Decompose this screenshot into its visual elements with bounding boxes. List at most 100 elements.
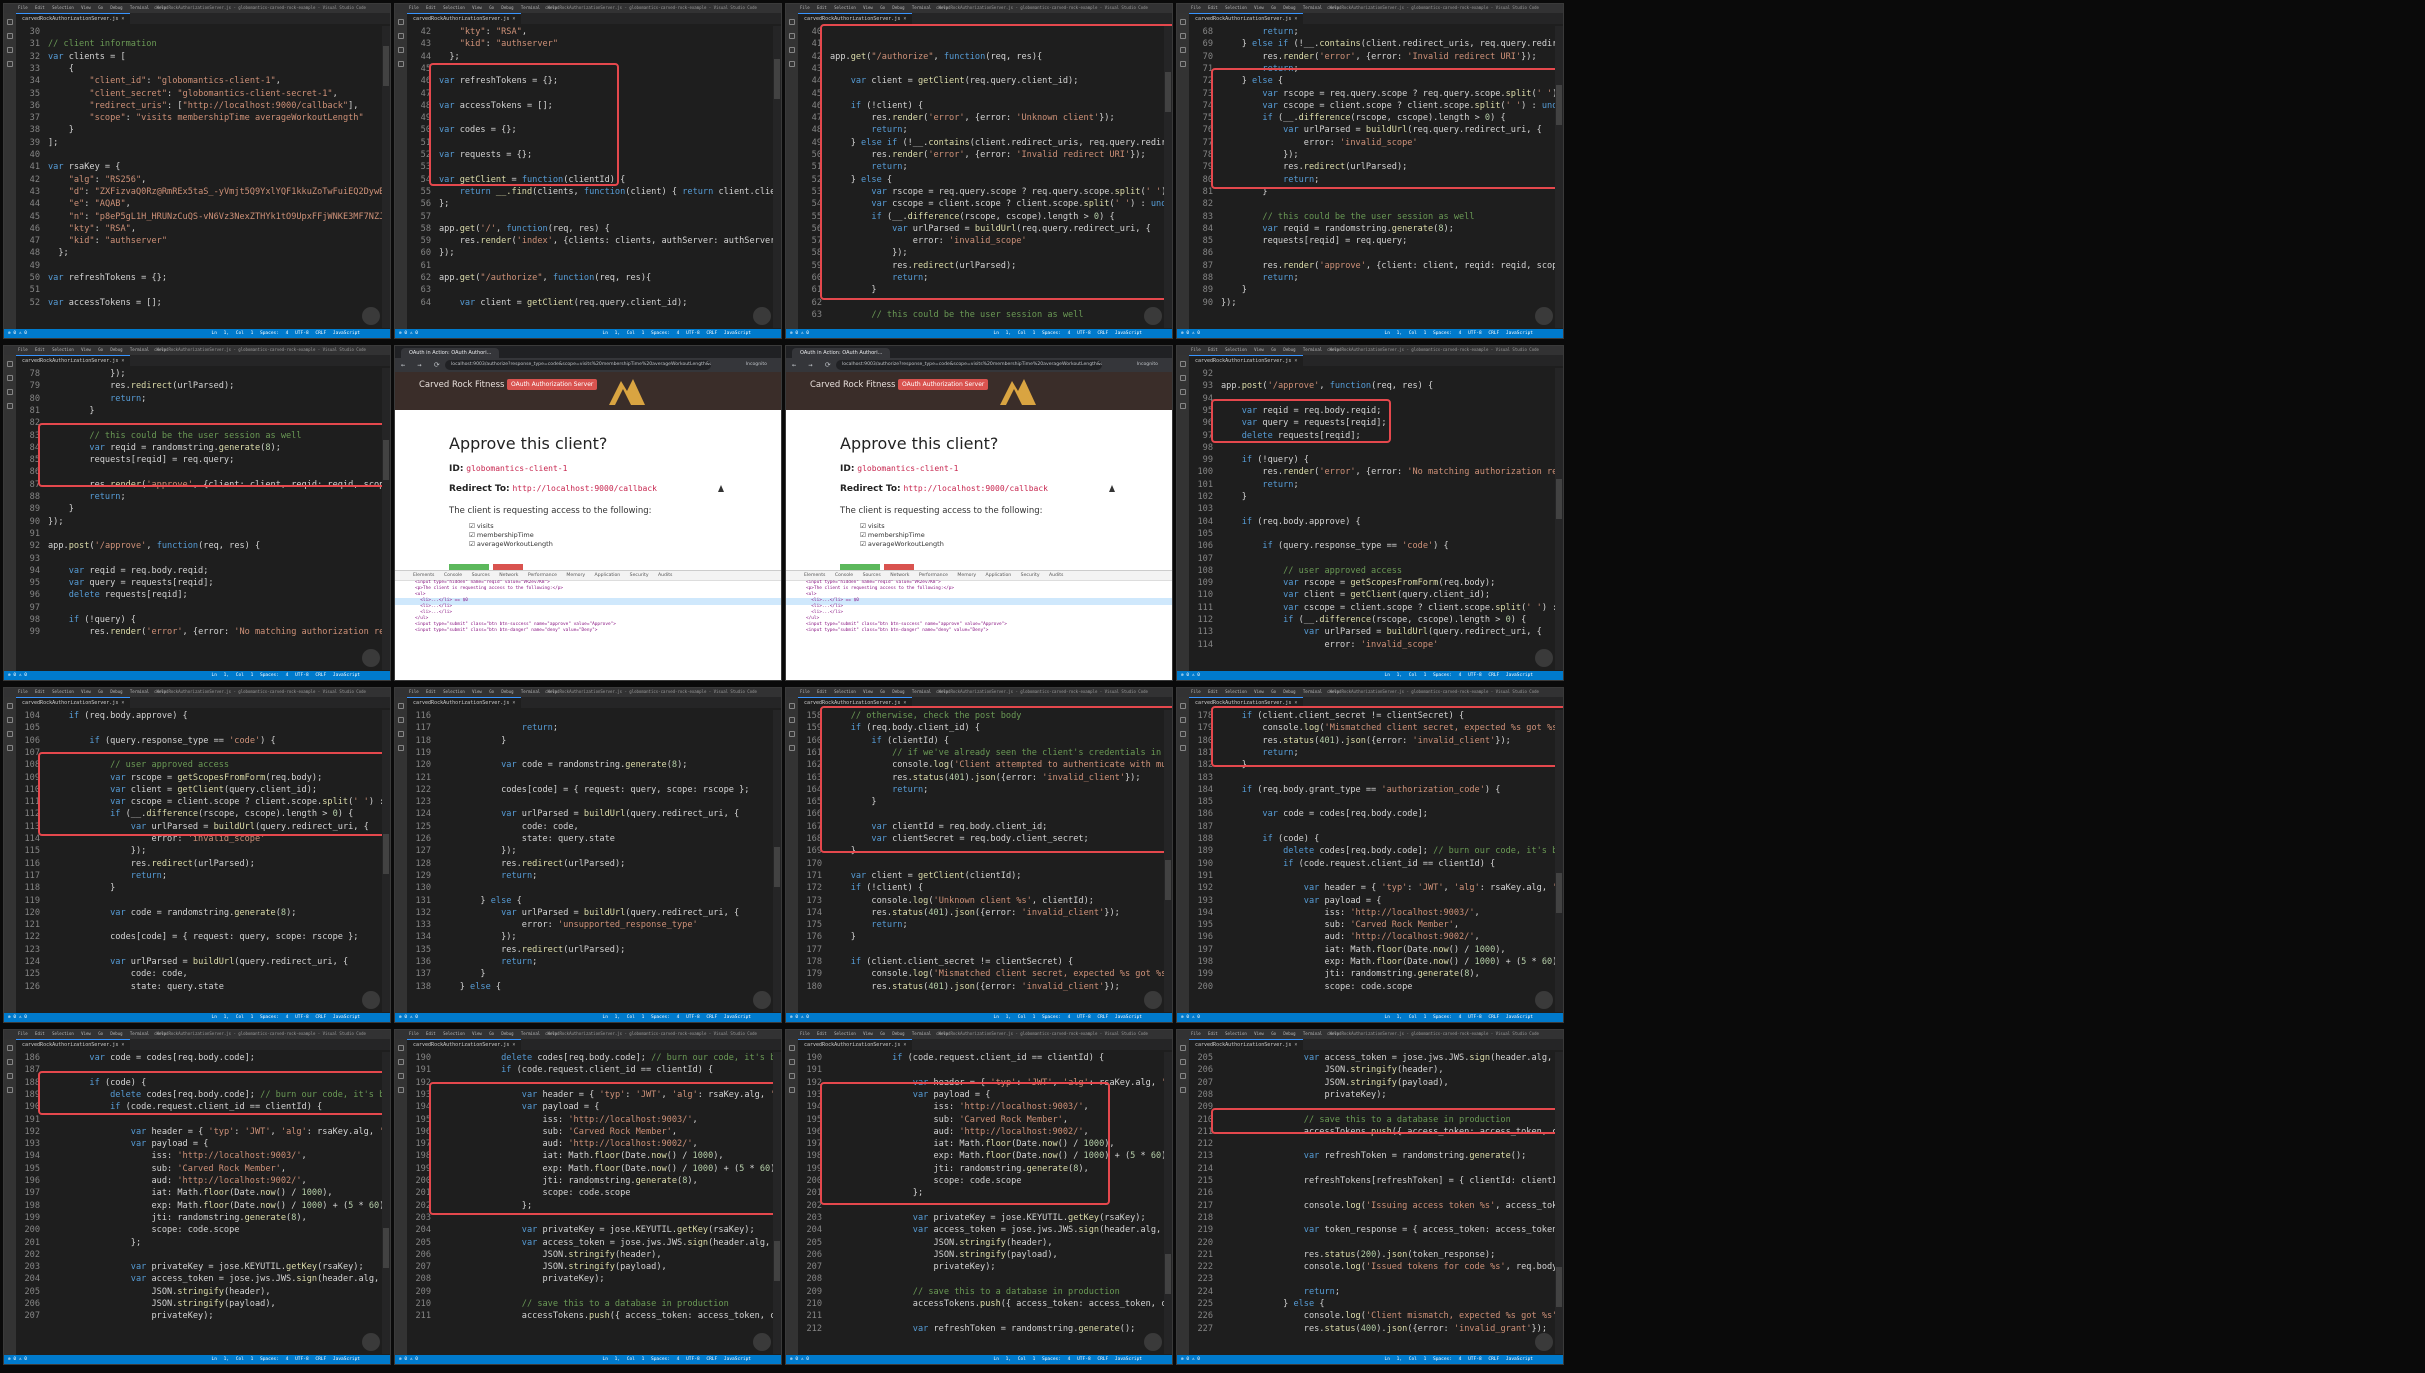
scrollbar-thumb[interactable] [1556, 85, 1562, 125]
close-icon[interactable]: × [1294, 358, 1297, 364]
brand-name[interactable]: Carved Rock Fitness [419, 380, 504, 390]
menu-items[interactable]: File Edit Selection View Go Debug Termin… [409, 5, 557, 10]
feedback-icon[interactable] [362, 307, 380, 325]
editor-tab[interactable]: carvedRockAuthorizationServer.js × [407, 1039, 522, 1051]
editor-tab[interactable]: carvedRockAuthorizationServer.js × [1189, 1039, 1304, 1051]
nav-arrows-icon[interactable]: ← → ⟳ [401, 360, 444, 370]
menu-items[interactable]: File Edit Selection View Go Debug Termin… [18, 1031, 166, 1036]
activity-icon[interactable] [7, 47, 13, 53]
feedback-icon[interactable] [1535, 649, 1553, 667]
editor-tab[interactable]: carvedRockAuthorizationServer.js × [798, 1039, 913, 1051]
activity-icon[interactable] [789, 731, 795, 737]
dom-tree[interactable]: <input type="hidden" name="reqid" value=… [786, 580, 1172, 680]
status-problems[interactable]: ⊗ 0 ⚠ 0 [790, 329, 809, 338]
checkbox-icon[interactable]: ☑ [860, 531, 868, 539]
scrollbar-thumb[interactable] [383, 440, 389, 480]
activity-icon[interactable] [789, 703, 795, 709]
activity-icon[interactable] [7, 389, 13, 395]
menu-items[interactable]: File Edit Selection View Go Debug Termin… [800, 5, 948, 10]
close-icon[interactable]: × [903, 16, 906, 22]
code-area[interactable]: 68 return; 69 } else if (!__.contains(cli… [1189, 26, 1563, 328]
code-area[interactable]: 158 // otherwise, check the post body 159… [798, 705, 1172, 1012]
activity-icon[interactable] [7, 1045, 13, 1051]
scope-checkbox[interactable]: ☑ averageWorkoutLength [860, 540, 944, 549]
scrollbar[interactable] [382, 368, 390, 670]
activity-icon[interactable] [7, 1087, 13, 1093]
activity-icon[interactable] [789, 1073, 795, 1079]
dom-tree[interactable]: <input type="hidden" name="reqid" value=… [395, 580, 781, 680]
menu-items[interactable]: File Edit Selection View Go Debug Termin… [1191, 5, 1339, 10]
code-area[interactable]: 178 if (client.client_secret != clientSe… [1189, 705, 1563, 1012]
editor-tab[interactable]: carvedRockAuthorizationServer.js × [1189, 355, 1304, 367]
status-problems[interactable]: ⊗ 0 ⚠ 0 [1181, 1013, 1200, 1022]
scrollbar-thumb[interactable] [1165, 1254, 1171, 1294]
feedback-icon[interactable] [1144, 1333, 1162, 1351]
scope-checkbox[interactable]: ☑ visits [469, 522, 553, 531]
scrollbar[interactable] [1555, 1052, 1563, 1354]
activity-icon[interactable] [398, 19, 404, 25]
scrollbar[interactable] [1555, 26, 1563, 328]
feedback-icon[interactable] [362, 649, 380, 667]
status-problems[interactable]: ⊗ 0 ⚠ 0 [790, 1355, 809, 1364]
scope-checkbox[interactable]: ☑ membershipTime [469, 531, 553, 540]
checkbox-icon[interactable]: ☑ [469, 522, 477, 530]
activity-icon[interactable] [789, 19, 795, 25]
editor-tab[interactable]: carvedRockAuthorizationServer.js × [16, 697, 131, 709]
activity-icon[interactable] [1180, 403, 1186, 409]
activity-icon[interactable] [7, 361, 13, 367]
status-problems[interactable]: ⊗ 0 ⚠ 0 [399, 329, 418, 338]
activity-icon[interactable] [7, 33, 13, 39]
activity-icon[interactable] [1180, 731, 1186, 737]
activity-icon[interactable] [789, 745, 795, 751]
activity-icon[interactable] [7, 375, 13, 381]
activity-icon[interactable] [7, 19, 13, 25]
activity-icon[interactable] [1180, 33, 1186, 39]
code-area[interactable]: 40 41 42 app.get("/authorize", function(req… [798, 24, 1172, 328]
close-icon[interactable]: × [121, 358, 124, 364]
activity-icon[interactable] [398, 703, 404, 709]
activity-icon[interactable] [7, 1059, 13, 1065]
scrollbar-thumb[interactable] [383, 46, 389, 86]
scrollbar[interactable] [1164, 710, 1172, 1012]
code-area[interactable]: 186 var code = codes[req.body.code]; 187 1… [16, 1052, 390, 1354]
menu-items[interactable]: File Edit Selection View Go Debug Termin… [1191, 689, 1339, 694]
checkbox-icon[interactable]: ☑ [860, 522, 868, 530]
activity-icon[interactable] [398, 731, 404, 737]
scrollbar[interactable] [773, 1052, 781, 1354]
scope-checkbox[interactable]: ☑ averageWorkoutLength [469, 540, 553, 549]
close-icon[interactable]: × [903, 1042, 906, 1048]
activity-icon[interactable] [1180, 1045, 1186, 1051]
activity-icon[interactable] [1180, 47, 1186, 53]
code-area[interactable]: 116 117 return; 118 } 119 120 var code = ran… [407, 710, 773, 1012]
checkbox-icon[interactable]: ☑ [469, 540, 477, 548]
scrollbar-thumb[interactable] [1556, 479, 1562, 519]
browser-tab[interactable]: OAuth in Action: OAuth Authori... [792, 348, 891, 358]
activity-icon[interactable] [398, 717, 404, 723]
activity-icon[interactable] [7, 717, 13, 723]
scope-checkbox[interactable]: ☑ membershipTime [860, 531, 944, 540]
scrollbar-thumb[interactable] [774, 1241, 780, 1281]
status-problems[interactable]: ⊗ 0 ⚠ 0 [8, 1355, 27, 1364]
activity-icon[interactable] [1180, 61, 1186, 67]
scrollbar[interactable] [1164, 26, 1172, 328]
activity-icon[interactable] [398, 1059, 404, 1065]
checkbox-icon[interactable]: ☑ [469, 531, 477, 539]
menu-items[interactable]: File Edit Selection View Go Debug Termin… [18, 5, 166, 10]
activity-icon[interactable] [1180, 1073, 1186, 1079]
scope-checkbox[interactable]: ☑ visits [860, 522, 944, 531]
editor-tab[interactable]: carvedRockAuthorizationServer.js × [16, 13, 131, 25]
scrollbar[interactable] [1555, 368, 1563, 670]
activity-icon[interactable] [1180, 703, 1186, 709]
activity-icon[interactable] [398, 33, 404, 39]
scrollbar-thumb[interactable] [383, 1228, 389, 1268]
feedback-icon[interactable] [1535, 307, 1553, 325]
activity-icon[interactable] [789, 717, 795, 723]
editor-tab[interactable]: carvedRockAuthorizationServer.js × [1189, 13, 1304, 25]
activity-icon[interactable] [398, 1045, 404, 1051]
feedback-icon[interactable] [753, 1333, 771, 1351]
status-problems[interactable]: ⊗ 0 ⚠ 0 [399, 1355, 418, 1364]
close-icon[interactable]: × [512, 16, 515, 22]
menu-items[interactable]: File Edit Selection View Go Debug Termin… [1191, 1031, 1339, 1036]
status-problems[interactable]: ⊗ 0 ⚠ 0 [1181, 671, 1200, 680]
menu-items[interactable]: File Edit Selection View Go Debug Termin… [409, 689, 557, 694]
